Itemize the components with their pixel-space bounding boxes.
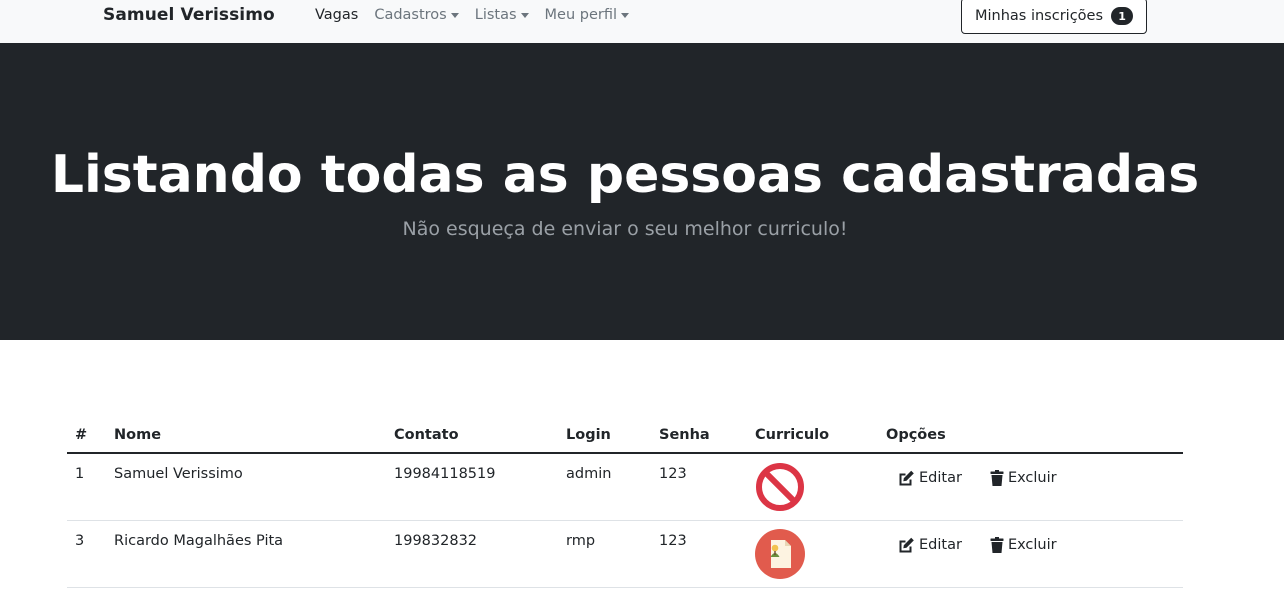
cell-id: 1 — [67, 453, 106, 521]
brand[interactable]: Samuel Verissimo — [103, 5, 275, 25]
cell-login: rmp — [558, 520, 651, 588]
caret-down-icon — [520, 13, 529, 18]
cell-senha: 123 — [651, 520, 747, 588]
header-contato: Contato — [386, 418, 558, 454]
cell-senha: 123 — [651, 453, 747, 521]
delete-button[interactable]: Excluir — [990, 470, 1057, 486]
edit-button[interactable]: Editar — [898, 470, 962, 486]
delete-button[interactable]: Excluir — [990, 536, 1057, 553]
cell-curriculo — [747, 520, 878, 588]
hero-banner: Listando todas as pessoas cadastradas Nã… — [0, 43, 1284, 340]
nav-item-label: Cadastros — [374, 7, 447, 23]
trash-icon — [990, 536, 1004, 553]
delete-label: Excluir — [1007, 470, 1057, 486]
navbar: Samuel Verissimo Vagas Cadastros Listas … — [0, 0, 1284, 43]
nav-item-label: Meu perfil — [544, 7, 618, 23]
cell-id: 3 — [67, 520, 106, 588]
delete-label: Excluir — [1007, 536, 1057, 553]
header-id: # — [67, 418, 106, 454]
header-login: Login — [558, 418, 651, 454]
page-subtitle: Não esqueça de enviar o seu melhor curri… — [402, 218, 848, 240]
edit-button[interactable]: Editar — [898, 537, 962, 553]
nav-item-listas[interactable]: Listas — [475, 7, 529, 23]
cell-login: admin — [558, 453, 651, 521]
table-row: 1 Samuel Verissimo 19984118519 admin 123 — [67, 453, 1183, 521]
cell-opcoes: Editar Excluir — [878, 453, 1183, 521]
cell-nome: Samuel Verissimo — [106, 453, 386, 521]
nav-menu: Vagas Cadastros Listas Meu perfil — [315, 7, 645, 23]
minhas-inscricoes-button[interactable]: Minhas inscrições 1 — [961, 0, 1147, 34]
edit-icon — [899, 537, 914, 552]
cell-contato: 199832832 — [386, 520, 558, 588]
table-row: 3 Ricardo Magalhães Pita 199832832 rmp 1… — [67, 520, 1183, 588]
header-nome: Nome — [106, 418, 386, 454]
page-title: Listando todas as pessoas cadastradas — [50, 145, 1200, 205]
edit-icon — [899, 470, 914, 486]
cell-curriculo — [747, 453, 878, 521]
header-curriculo: Curriculo — [747, 418, 878, 454]
edit-label: Editar — [919, 470, 962, 486]
cell-contato: 19984118519 — [386, 453, 558, 521]
cell-opcoes: Editar Excluir — [878, 520, 1183, 588]
nav-item-meu-perfil[interactable]: Meu perfil — [544, 7, 630, 23]
table-header-row: # Nome Contato Login Senha Curriculo Opç… — [67, 418, 1183, 454]
nav-item-label: Vagas — [315, 7, 359, 23]
caret-down-icon — [621, 13, 630, 18]
no-curriculum-icon — [755, 462, 805, 512]
minhas-inscricoes-label: Minhas inscrições — [974, 8, 1104, 24]
curriculum-document-icon[interactable] — [755, 528, 805, 579]
header-senha: Senha — [651, 418, 747, 454]
trash-icon — [990, 470, 1004, 486]
cell-nome: Ricardo Magalhães Pita — [106, 520, 386, 588]
people-table: # Nome Contato Login Senha Curriculo Opç… — [67, 418, 1183, 588]
inscricoes-count-badge: 1 — [1111, 7, 1134, 25]
edit-label: Editar — [919, 536, 962, 553]
header-opcoes: Opções — [878, 418, 1183, 454]
nav-item-cadastros[interactable]: Cadastros — [374, 7, 459, 23]
nav-item-vagas[interactable]: Vagas — [315, 7, 358, 23]
caret-down-icon — [450, 13, 459, 18]
nav-item-label: Listas — [474, 7, 517, 23]
